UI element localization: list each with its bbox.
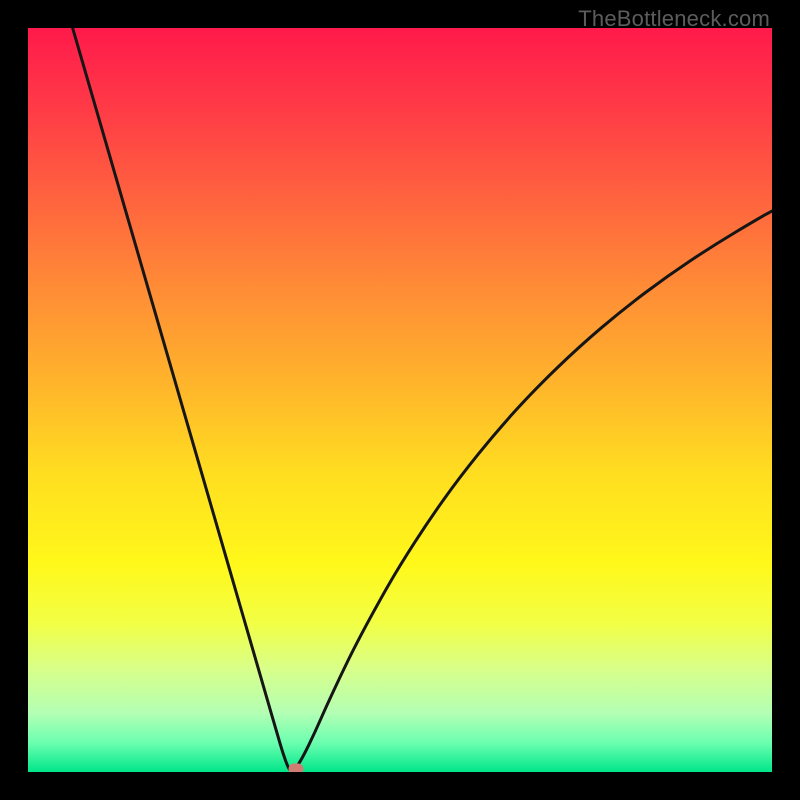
chart-frame: TheBottleneck.com: [0, 0, 800, 800]
plot-area: [28, 28, 772, 772]
bottleneck-curve: [28, 28, 772, 772]
ideal-point-marker: [288, 764, 303, 772]
